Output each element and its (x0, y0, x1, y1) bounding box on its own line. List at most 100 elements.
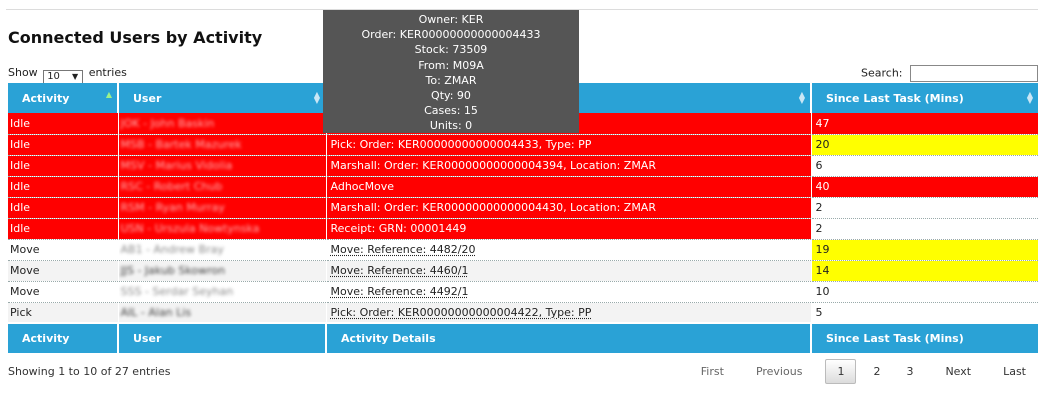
activity-details-cell[interactable]: Move: Reference: 4492/1 (326, 281, 812, 303)
entries-label: entries (88, 66, 127, 79)
page-title: Connected Users by Activity (8, 28, 263, 47)
user-name: RSC - Robert Chub (120, 180, 223, 193)
since-last-task-cell: 40 (811, 176, 1039, 198)
page-1-button[interactable]: 1 (825, 359, 857, 384)
activity-cell: Idle (8, 176, 119, 198)
table-row: Pick AIL - Alan Lis Pick: Order: KER000000… (8, 302, 1039, 324)
sort-icon: ▲ ▼ (313, 90, 320, 105)
footer-activity: Activity (8, 322, 119, 353)
user-cell: RSC - Robert Chub (118, 176, 327, 198)
details-tooltip: Owner: KER Order: KER00000000000004433 S… (323, 10, 579, 133)
table-info: Showing 1 to 10 of 27 entries (8, 365, 171, 378)
activity-cell: Idle (8, 134, 119, 156)
entries-length-control: Show 10 ▼ entries (8, 66, 127, 84)
user-name: RSM - Ryan Murray (120, 201, 225, 214)
activity-details-cell[interactable]: Pick: Order: KER00000000000004422, Type:… (326, 302, 812, 324)
activity-cell: Move (8, 239, 119, 261)
activity-details-text[interactable]: Receipt: GRN: 00001449 (331, 222, 467, 235)
chevron-down-icon: ▼ (72, 72, 79, 81)
activity-cell: Idle (8, 197, 119, 219)
since-last-task-cell: 19 (811, 239, 1039, 261)
table-row: Idle MSV - Marius Vidolia Marshall: Order:… (8, 155, 1039, 177)
table-row: Move AB1 - Andrew Bray Move: Reference: 44… (8, 239, 1039, 261)
table-row: Idle RSC - Robert Chub AdhocMove 40 (8, 176, 1039, 198)
activity-details-cell[interactable]: Receipt: GRN: 00001449 (326, 218, 812, 240)
footer-activity-details: Activity Details (326, 322, 812, 353)
table-row: Idle MSB - Bartek Mazurek Pick: Order: KER… (8, 134, 1039, 156)
since-last-task-cell: 2 (811, 218, 1039, 240)
user-name: USN - Urszula Nowtynska (120, 222, 260, 235)
user-cell: USN - Urszula Nowtynska (118, 218, 327, 240)
since-last-task-cell: 47 (811, 113, 1039, 135)
footer-user: User (118, 322, 327, 353)
since-last-task-cell: 6 (811, 155, 1039, 177)
search-control: Search: (861, 65, 1038, 82)
user-cell: MSB - Bartek Mazurek (118, 134, 327, 156)
tooltip-stock: Stock: 73509 (414, 43, 488, 57)
show-label: Show (8, 66, 38, 79)
user-cell: MSV - Marius Vidolia (118, 155, 327, 177)
activity-details-text[interactable]: AdhocMove (331, 180, 395, 193)
column-header-activity[interactable]: Activity ▲ (8, 83, 119, 113)
activity-details-text[interactable]: Move: Reference: 4492/1 (331, 285, 469, 298)
activity-cell: Idle (8, 218, 119, 240)
next-page-button[interactable]: Next (936, 359, 980, 384)
tooltip-cases: Cases: 15 (424, 104, 478, 118)
user-name: AB1 - Andrew Bray (120, 243, 224, 256)
first-page-button[interactable]: First (692, 359, 733, 384)
table-row: Move SSS - Serdar Seyhan Move: Reference: … (8, 281, 1039, 303)
activity-cell: Pick (8, 302, 119, 324)
page-2-button[interactable]: 2 (864, 359, 889, 384)
activity-details-cell[interactable]: AdhocMove (326, 176, 812, 198)
column-header-since-last-task[interactable]: Since Last Task (Mins) ▲ ▼ (811, 83, 1038, 113)
user-name: MSB - Bartek Mazurek (120, 138, 242, 151)
activity-details-text[interactable]: Pick: Order: KER00000000000004422, Type:… (331, 306, 592, 319)
page-3-button[interactable]: 3 (897, 359, 922, 384)
sort-icon: ▲ ▼ (798, 90, 805, 105)
table-footer-row: Activity User Activity Details Since Las… (8, 322, 1038, 353)
user-name: SSS - Serdar Seyhan (120, 285, 234, 298)
activity-details-cell[interactable]: Move: Reference: 4460/1 (326, 260, 812, 282)
user-cell: JJS - Jakub Skowron (118, 260, 327, 282)
user-name: AIL - Alan Lis (120, 305, 192, 319)
tooltip-to: To: ZMAR (425, 73, 477, 87)
activity-details-cell[interactable]: Marshall: Order: KER00000000000004430, L… (326, 197, 812, 219)
footer-since-last-task: Since Last Task (Mins) (811, 322, 1038, 353)
activity-details-cell[interactable]: Marshall: Order: KER00000000000004394, L… (326, 155, 812, 177)
entries-per-page-select[interactable]: 10 ▼ (43, 70, 84, 84)
since-last-task-cell: 2 (811, 197, 1039, 219)
tooltip-order: Order: KER00000000000004433 (361, 28, 541, 42)
activity-details-text[interactable]: Move: Reference: 4482/20 (331, 243, 476, 256)
activity-details-text[interactable]: Pick: Order: KER00000000000004433, Type:… (331, 138, 592, 151)
tooltip-from: From: M09A (418, 58, 484, 72)
user-cell: AB1 - Andrew Bray (118, 239, 327, 261)
activity-details-text[interactable]: Marshall: Order: KER00000000000004394, L… (331, 159, 656, 172)
since-last-task-cell: 5 (811, 302, 1039, 324)
search-input[interactable] (910, 65, 1038, 82)
tooltip-units: Units: 0 (429, 119, 473, 133)
last-page-button[interactable]: Last (994, 359, 1035, 384)
entries-per-page-value: 10 (47, 71, 60, 82)
sort-icon: ▲ ▼ (1026, 90, 1033, 105)
table-row: Idle USN - Urszula Nowtynska Receipt: GRN:… (8, 218, 1039, 240)
activity-cell: Idle (8, 113, 119, 135)
user-name: JOK - John Baskin (120, 116, 215, 130)
since-last-task-cell: 20 (811, 134, 1039, 156)
table-body: Idle JOK - John Baskin 47 Idle MSB - Bartek … (8, 113, 1039, 324)
activity-details-text[interactable]: Marshall: Order: KER00000000000004430, L… (331, 201, 656, 214)
column-header-user[interactable]: User ▲ ▼ (118, 83, 327, 113)
previous-page-button[interactable]: Previous (747, 359, 812, 384)
tooltip-owner: Owner: KER (418, 13, 484, 26)
user-cell: AIL - Alan Lis (118, 302, 327, 324)
activity-details-cell[interactable]: Pick: Order: KER00000000000004433, Type:… (326, 134, 812, 156)
user-name: MSV - Marius Vidolia (120, 159, 233, 172)
since-last-task-cell: 10 (811, 281, 1039, 303)
pagination: First Previous 1 2 3 Next Last (678, 359, 1035, 384)
activity-details-cell[interactable]: Move: Reference: 4482/20 (326, 239, 812, 261)
tooltip-qty: Qty: 90 (431, 89, 471, 103)
search-label: Search: (861, 66, 903, 80)
activity-details-text[interactable]: Move: Reference: 4460/1 (331, 264, 469, 277)
sort-ascending-icon: ▲ (105, 90, 112, 99)
activity-cell: Move (8, 281, 119, 303)
table-row: Move JJS - Jakub Skowron Move: Reference: … (8, 260, 1039, 282)
